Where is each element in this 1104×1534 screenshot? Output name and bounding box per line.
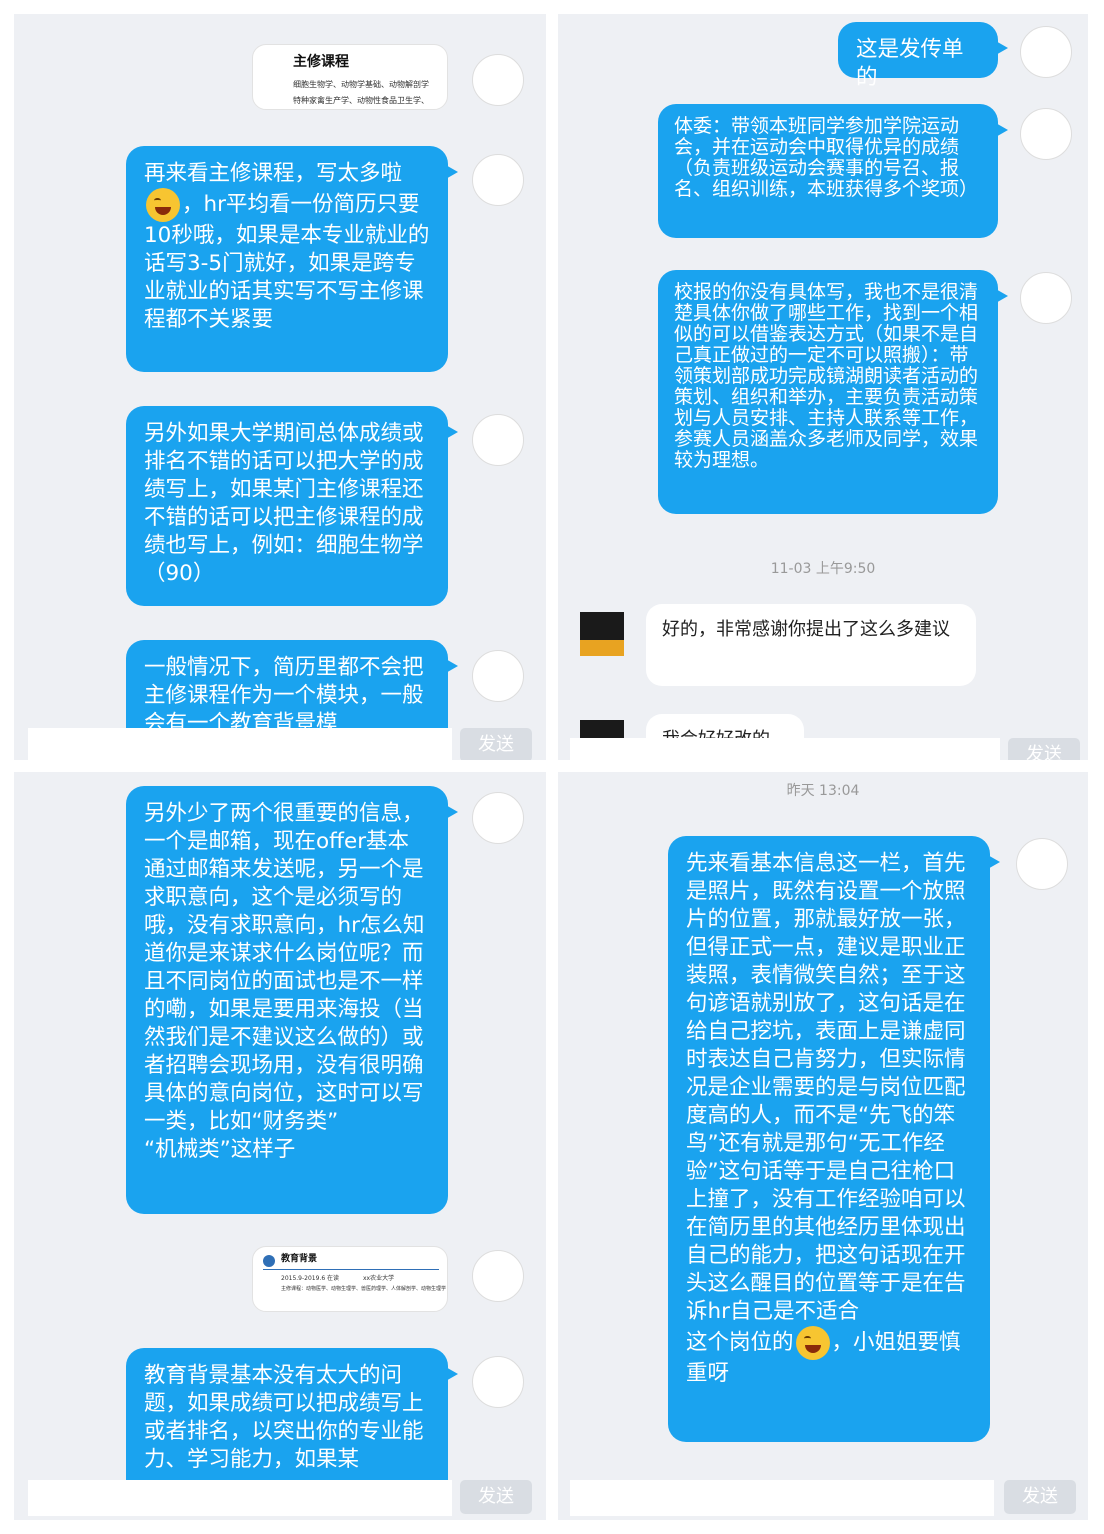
message-input[interactable] [570, 738, 1000, 760]
chat-panel-top-right: 这是发传单的 体委：带领本班同学参加学院运动会，并在运动会中取得优异的成绩（负责… [558, 14, 1088, 760]
message-timestamp: 昨天 13:04 [786, 783, 860, 799]
message-bubble: 先来看基本信息这一栏，首先是照片，既然有设置一个放照片的位置，那就最好放一张，但… [668, 836, 1000, 1442]
chat-panel-bottom-left: 另外少了两个很重要的信息，一个是邮箱，现在offer基本通过邮箱来发送呢，另一个… [14, 772, 546, 1520]
doc-line: 特种家禽生产学、动物性食品卫生学、 [293, 96, 429, 105]
message-bubble: 这是发传单的 [838, 22, 1008, 90]
sender-avatar[interactable] [472, 1356, 524, 1408]
laughing-tears-emoji-icon [146, 188, 180, 222]
doc-title: 教育背景 [281, 1254, 318, 1264]
send-button[interactable]: 发送 [460, 728, 532, 760]
sender-avatar[interactable] [472, 414, 524, 466]
education-section-icon [263, 1255, 275, 1267]
send-button[interactable]: 发送 [460, 1480, 532, 1514]
message-input[interactable] [570, 1480, 994, 1516]
message-input[interactable] [28, 1480, 452, 1516]
message-timestamp: 11-03 上午9:50 [770, 561, 876, 577]
sender-avatar[interactable] [472, 54, 524, 106]
message-bubble: 校报的你没有具体写，我也不是很清楚具体你做了哪些工作，找到一个相似的可以借鉴表达… [658, 270, 1008, 514]
sender-avatar[interactable] [1020, 26, 1072, 78]
sender-avatar[interactable] [472, 650, 524, 702]
sender-avatar[interactable] [472, 1250, 524, 1302]
sender-avatar[interactable] [1016, 838, 1068, 890]
message-text: ，hr平均看一份简历只要10秒哦，如果是本专业就业的话写3-5门就好，如果是跨专… [144, 192, 430, 332]
laughing-tears-emoji-icon [795, 1326, 830, 1360]
doc-line: 2015.9-2019.6 在读 [281, 1275, 340, 1282]
doc-line: 细胞生物学、动物学基础、动物解剖学 [293, 80, 429, 89]
sender-avatar[interactable] [1020, 272, 1072, 324]
message-text: 先来看基本信息这一栏，首先是照片，既然有设置一个放照片的位置，那就最好放一张，但… [686, 851, 966, 1355]
reply-bubble: 好的，非常感谢你提出了这么多建议 [646, 604, 976, 686]
doc-title: 主修课程 [293, 54, 349, 70]
chat-panel-top-left: 主修课程 细胞生物学、动物学基础、动物解剖学 特种家禽生产学、动物性食品卫生学、… [14, 14, 546, 760]
chat-panel-bottom-right: 昨天 13:04 先来看基本信息这一栏，首先是照片，既然有设置一个放照片的位置，… [558, 772, 1088, 1520]
message-text: 再来看主修课程，写太多啦 [144, 161, 403, 186]
recipient-avatar[interactable] [580, 612, 624, 656]
sender-avatar[interactable] [1020, 108, 1072, 160]
divider [263, 1269, 439, 1270]
message-bubble: 再来看主修课程，写太多啦 ，hr平均看一份简历只要10秒哦，如果是本专业就业的话写… [126, 146, 458, 372]
doc-line: xx农业大学 [363, 1275, 395, 1282]
sender-avatar[interactable] [472, 154, 524, 206]
send-button[interactable]: 发送 [1004, 1480, 1076, 1514]
message-bubble: 另外少了两个很重要的信息，一个是邮箱，现在offer基本通过邮箱来发送呢，另一个… [126, 786, 458, 1214]
sender-avatar[interactable] [472, 792, 524, 844]
education-document-thumbnail[interactable]: 教育背景 2015.9-2019.6 在读 xx农业大学 主修课程：动物医学、动… [252, 1246, 448, 1312]
message-bubble: 另外如果大学期间总体成绩或排名不错的话可以把大学的成绩写上，如果某门主修课程还不… [126, 406, 458, 606]
send-button[interactable]: 发送 [1008, 738, 1080, 760]
message-bubble: 体委：带领本班同学参加学院运动会，并在运动会中取得优异的成绩（负责班级运动会赛事… [658, 104, 1008, 238]
doc-line: 主修课程：动物医学、动物生理学、兽医药理学、人体解剖学、动物生理学 [281, 1286, 447, 1292]
message-input[interactable] [28, 728, 452, 760]
course-document-thumbnail[interactable]: 主修课程 细胞生物学、动物学基础、动物解剖学 特种家禽生产学、动物性食品卫生学、 [252, 44, 448, 110]
